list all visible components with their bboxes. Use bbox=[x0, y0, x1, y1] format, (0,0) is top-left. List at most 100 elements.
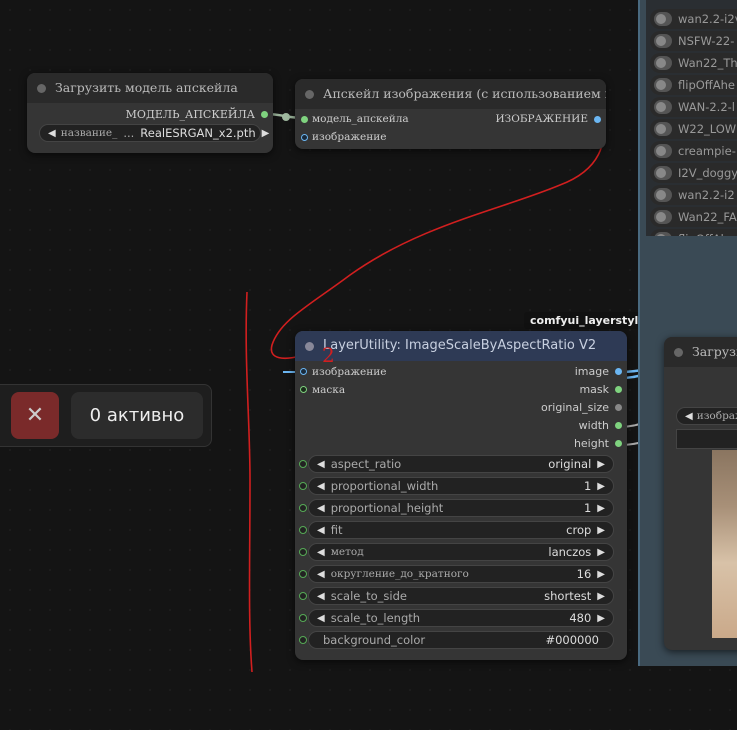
layer-utility-node[interactable]: LayerUtility: ImageScaleByAspectRatio V2… bbox=[295, 331, 627, 660]
chevron-right-icon[interactable]: ▶ bbox=[597, 547, 605, 558]
toggle-switch[interactable] bbox=[654, 188, 672, 202]
chevron-left-icon[interactable]: ◀ bbox=[317, 613, 325, 624]
widget-label: название_ bbox=[60, 127, 118, 139]
widget-method[interactable]: ◀ метод lanczos ▶ bbox=[299, 543, 614, 561]
widget-scale-to-side[interactable]: ◀ scale_to_side shortest ▶ bbox=[299, 587, 614, 605]
link-dot-icon[interactable] bbox=[299, 504, 307, 512]
collapse-dot-icon[interactable] bbox=[674, 348, 683, 357]
collapse-dot-icon[interactable] bbox=[305, 90, 314, 99]
empty-input-field[interactable] bbox=[676, 429, 737, 449]
image-preview bbox=[712, 450, 737, 638]
widget-scale-to-length[interactable]: ◀ scale_to_length 480 ▶ bbox=[299, 609, 614, 627]
chevron-right-icon[interactable]: ▶ bbox=[262, 128, 270, 139]
node-title[interactable]: LayerUtility: ImageScaleByAspectRatio V2 bbox=[295, 331, 627, 361]
chevron-right-icon[interactable]: ▶ bbox=[597, 459, 605, 470]
toggle-switch[interactable] bbox=[654, 122, 672, 136]
link-dot-icon[interactable] bbox=[299, 592, 307, 600]
widget-label: aspect_ratio bbox=[330, 457, 402, 471]
lora-row[interactable]: Wan22_Th bbox=[650, 53, 737, 73]
node-title[interactable]: Загрузи bbox=[664, 337, 737, 367]
chevron-left-icon[interactable]: ◀ bbox=[317, 591, 325, 602]
collapse-dot-icon[interactable] bbox=[37, 84, 46, 93]
toggle-switch[interactable] bbox=[654, 12, 672, 26]
active-count-button[interactable]: 0 активно bbox=[71, 392, 203, 439]
lora-row[interactable]: I2V_doggy bbox=[650, 163, 737, 183]
lora-row[interactable]: Wan22_FA bbox=[650, 207, 737, 227]
lora-row[interactable]: wan2.2-i2 bbox=[650, 185, 737, 205]
image-input-slot[interactable] bbox=[300, 368, 307, 375]
link-dot-icon[interactable] bbox=[299, 460, 307, 468]
lora-name: Wan22_Th bbox=[678, 56, 737, 70]
toggle-switch[interactable] bbox=[654, 166, 672, 180]
toggle-switch[interactable] bbox=[654, 144, 672, 158]
chevron-left-icon[interactable]: ◀ bbox=[317, 503, 325, 514]
output-mask-slot[interactable] bbox=[615, 386, 622, 393]
output-image-slot[interactable] bbox=[615, 368, 622, 375]
lora-row[interactable]: WAN-2.2-l bbox=[650, 97, 737, 117]
lora-row[interactable]: NSFW-22- bbox=[650, 31, 737, 51]
toggle-switch[interactable] bbox=[654, 100, 672, 114]
chevron-right-icon[interactable]: ▶ bbox=[597, 613, 605, 624]
lora-row[interactable]: wan2.2-i2v bbox=[650, 9, 737, 29]
widget-proportional-width[interactable]: ◀ proportional_width 1 ▶ bbox=[299, 477, 614, 495]
link-dot-icon[interactable] bbox=[299, 526, 307, 534]
link-dot-icon[interactable] bbox=[299, 482, 307, 490]
toggle-switch[interactable] bbox=[654, 210, 672, 224]
chevron-left-icon[interactable]: ◀ bbox=[48, 128, 56, 139]
upscale-image-node[interactable]: Апскейл изображения (с использованием мо… bbox=[295, 79, 606, 149]
image-input-label: изображение bbox=[312, 131, 387, 143]
lora-row[interactable]: W22_LOW bbox=[650, 119, 737, 139]
toggle-switch[interactable] bbox=[654, 78, 672, 92]
widget-proportional-height[interactable]: ◀ proportional_height 1 ▶ bbox=[299, 499, 614, 517]
chevron-left-icon[interactable]: ◀ bbox=[317, 547, 325, 558]
mask-input-slot[interactable] bbox=[300, 386, 307, 393]
widget-aspect-ratio[interactable]: ◀ aspect_ratio original ▶ bbox=[299, 455, 614, 473]
link-dot-icon[interactable] bbox=[299, 636, 307, 644]
widget-label: округление_до_кратного bbox=[330, 568, 469, 580]
widget-fit[interactable]: ◀ fit crop ▶ bbox=[299, 521, 614, 539]
chevron-right-icon[interactable]: ▶ bbox=[597, 481, 605, 492]
cancel-button[interactable]: ✕ bbox=[11, 392, 59, 439]
link-dot-icon[interactable] bbox=[299, 614, 307, 622]
chevron-left-icon[interactable]: ◀ bbox=[685, 411, 693, 422]
load-image-node[interactable]: Загрузи ◀ изображ bbox=[664, 337, 737, 650]
active-count-label: 0 активно bbox=[89, 405, 185, 426]
widget-round-to-multiple[interactable]: ◀ округление_до_кратного 16 ▶ bbox=[299, 565, 614, 583]
upscale-model-loader-node[interactable]: Загрузить модель апскейла МОДЕЛЬ_АПСКЕЙЛ… bbox=[27, 73, 273, 153]
widget-value: original bbox=[548, 457, 592, 471]
toggle-switch[interactable] bbox=[654, 34, 672, 48]
chevron-right-icon[interactable]: ▶ bbox=[597, 591, 605, 602]
chevron-right-icon[interactable]: ▶ bbox=[597, 525, 605, 536]
image-input-widget[interactable]: ◀ изображ bbox=[676, 407, 737, 425]
widget-ellipsis: ... bbox=[123, 126, 135, 140]
node-title[interactable]: Апскейл изображения (с использованием мо… bbox=[295, 79, 606, 109]
image-input-slot[interactable] bbox=[301, 134, 308, 141]
image-output-slot[interactable] bbox=[594, 116, 601, 123]
lora-name: NSFW-22- bbox=[678, 34, 735, 48]
node-title[interactable]: Загрузить модель апскейла bbox=[27, 73, 273, 103]
chevron-left-icon[interactable]: ◀ bbox=[317, 459, 325, 470]
lora-name: wan2.2-i2v bbox=[678, 12, 737, 26]
chevron-right-icon[interactable]: ▶ bbox=[597, 569, 605, 580]
widget-label: proportional_height bbox=[330, 501, 444, 515]
widget-background-color[interactable]: background_color #000000 bbox=[299, 631, 614, 649]
output-original-size-slot[interactable] bbox=[615, 404, 622, 411]
queue-panel: ✕ 0 активно bbox=[0, 384, 212, 447]
lora-row[interactable]: flipOffAhe bbox=[650, 75, 737, 95]
link-dot-icon[interactable] bbox=[299, 570, 307, 578]
link-dot-icon[interactable] bbox=[299, 548, 307, 556]
lora-name: W22_LOW bbox=[678, 122, 737, 136]
output-slot[interactable] bbox=[261, 111, 268, 118]
chevron-left-icon[interactable]: ◀ bbox=[317, 569, 325, 580]
chevron-left-icon[interactable]: ◀ bbox=[317, 525, 325, 536]
lora-row[interactable]: creampie- bbox=[650, 141, 737, 161]
output-mask-label: mask bbox=[579, 383, 609, 396]
chevron-left-icon[interactable]: ◀ bbox=[317, 481, 325, 492]
collapse-dot-icon[interactable] bbox=[305, 342, 314, 351]
output-height-slot[interactable] bbox=[615, 440, 622, 447]
model-input-slot[interactable] bbox=[301, 116, 308, 123]
chevron-right-icon[interactable]: ▶ bbox=[597, 503, 605, 514]
toggle-switch[interactable] bbox=[654, 56, 672, 70]
model-name-widget[interactable]: ◀ название_ ... RealESRGAN_x2.pth ▶ bbox=[39, 124, 269, 142]
output-width-slot[interactable] bbox=[615, 422, 622, 429]
